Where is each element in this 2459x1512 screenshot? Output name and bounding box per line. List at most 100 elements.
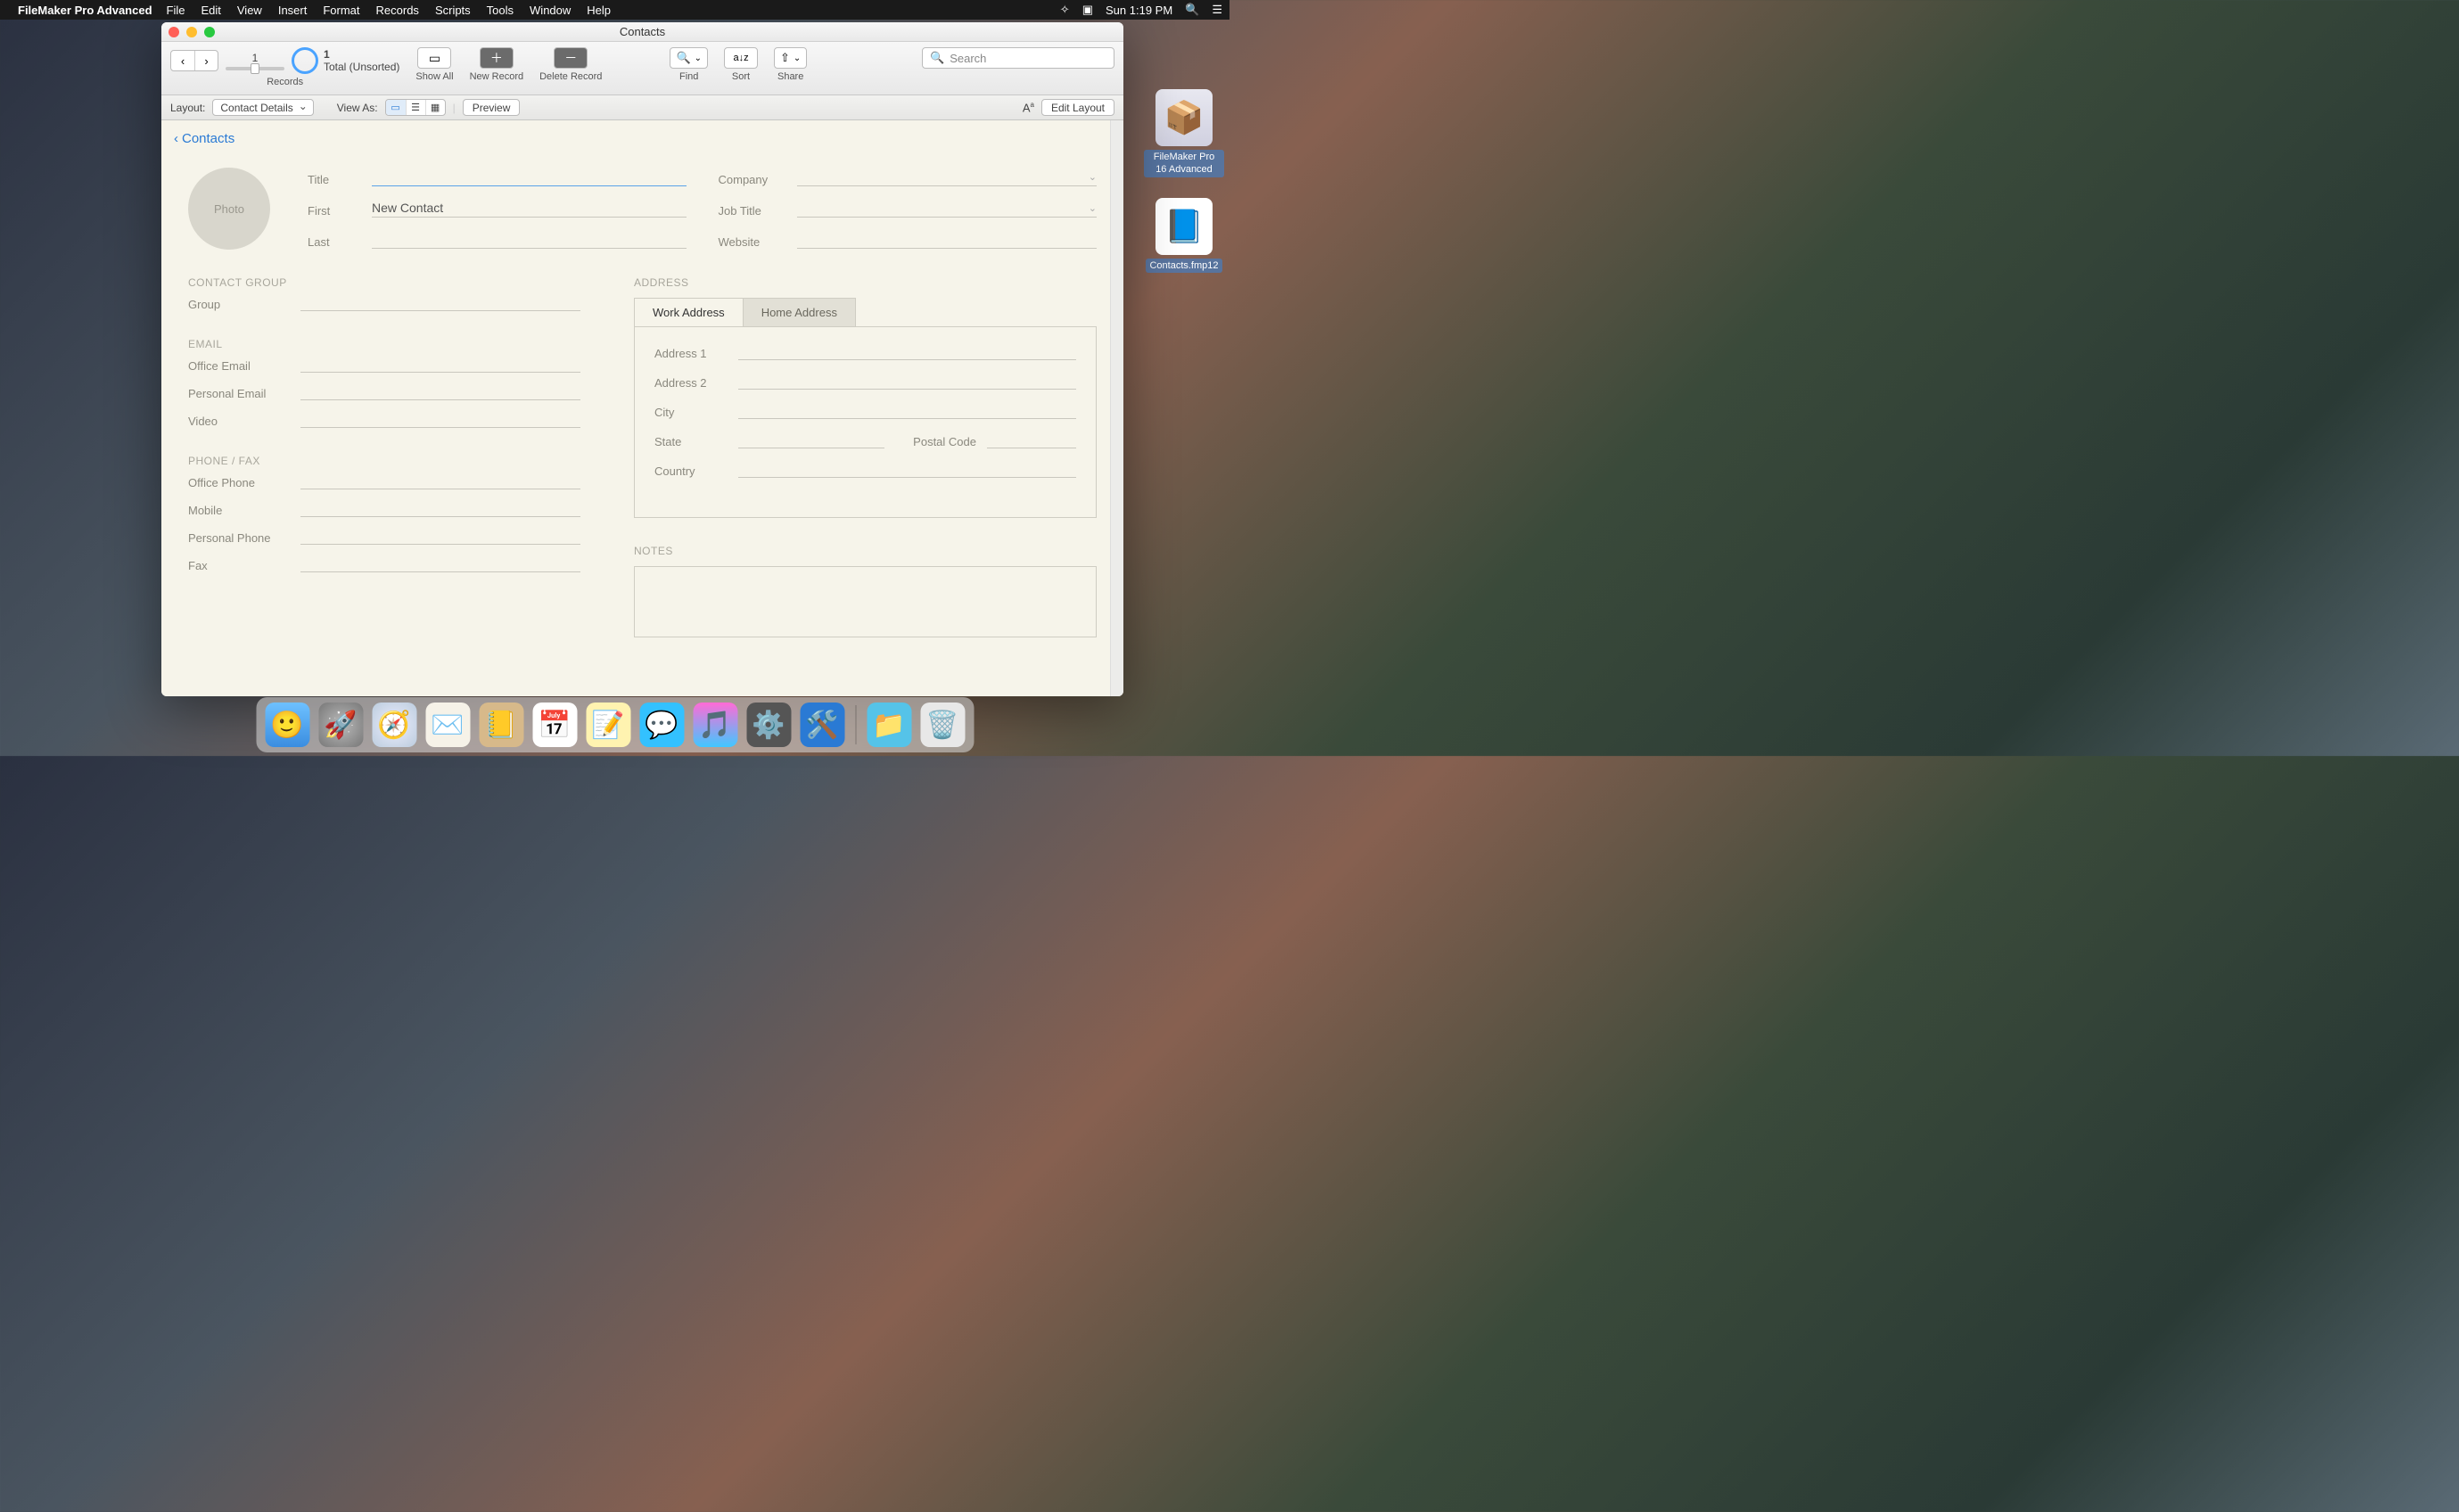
delete-record-button[interactable]: － — [554, 47, 588, 69]
fax-field[interactable] — [300, 560, 580, 572]
trash-icon[interactable]: 🗑️ — [920, 703, 965, 747]
preview-button[interactable]: Preview — [463, 99, 521, 116]
window: Contacts ‹ › 1 1 Total (Unsorted) Record… — [161, 22, 1123, 696]
company-field[interactable] — [797, 168, 1098, 186]
script-menu-icon[interactable]: ✧ — [1060, 3, 1070, 17]
zoom-button[interactable] — [204, 27, 215, 37]
title-field[interactable] — [372, 168, 687, 186]
menu-tools[interactable]: Tools — [487, 4, 514, 17]
menu-insert[interactable]: Insert — [278, 4, 308, 17]
menu-format[interactable]: Format — [323, 4, 359, 17]
text-format-icon[interactable]: Aa — [1023, 101, 1034, 114]
search-input[interactable]: 🔍 Search — [922, 47, 1114, 69]
record-slider[interactable]: 1 — [224, 52, 286, 70]
notes-field[interactable] — [634, 566, 1097, 637]
finder-icon[interactable]: 🙂 — [265, 703, 309, 747]
share-button[interactable]: ⇧⌄ — [774, 47, 807, 69]
dock: 🙂 🚀 🧭 ✉️ 📒 📅 📝 💬 🎵 ⚙️ 🛠️ 📁 🗑️ — [256, 697, 974, 752]
share-icon: ⇧ — [780, 51, 790, 65]
itunes-icon[interactable]: 🎵 — [693, 703, 737, 747]
menu-list-icon[interactable]: ☰ — [1212, 3, 1222, 17]
tab-home-address[interactable]: Home Address — [743, 298, 856, 326]
view-mode-segment: ▭ ☰ ▦ — [385, 99, 446, 116]
downloads-icon[interactable]: 📁 — [867, 703, 911, 747]
office-phone-field[interactable] — [300, 477, 580, 489]
office-email-field[interactable] — [300, 360, 580, 373]
safari-icon[interactable]: 🧭 — [372, 703, 416, 747]
personal-email-field[interactable] — [300, 388, 580, 400]
table-view-button[interactable]: ▦ — [425, 100, 445, 115]
desktop-app-icon[interactable]: 📦 FileMaker Pro 16 Advanced — [1144, 89, 1224, 177]
document-icon: 📘 — [1155, 198, 1213, 255]
menu-scripts[interactable]: Scripts — [435, 4, 471, 17]
menu-view[interactable]: View — [237, 4, 262, 17]
menu-file[interactable]: File — [167, 4, 185, 17]
group-field[interactable] — [300, 299, 580, 311]
next-record-button[interactable]: › — [194, 51, 218, 70]
displays-icon[interactable]: ▣ — [1082, 3, 1093, 17]
notes-icon[interactable]: 📝 — [586, 703, 630, 747]
website-field[interactable] — [797, 230, 1098, 249]
chevron-left-icon: ‹ — [174, 131, 178, 146]
video-field[interactable] — [300, 415, 580, 428]
spotlight-icon[interactable]: 🔍 — [1185, 3, 1199, 17]
layout-body: ‹ Contacts Photo Title First Last Compan… — [161, 120, 1123, 696]
show-all-button[interactable]: ▭ — [417, 47, 451, 69]
form-view-button[interactable]: ▭ — [386, 100, 406, 115]
back-link[interactable]: ‹ Contacts — [161, 120, 247, 157]
menu-edit[interactable]: Edit — [201, 4, 220, 17]
messages-icon[interactable]: 💬 — [639, 703, 684, 747]
state-field[interactable] — [738, 436, 884, 448]
postal-code-field[interactable] — [987, 436, 1076, 448]
city-field[interactable] — [738, 407, 1076, 419]
clock[interactable]: Sun 1:19 PM — [1106, 4, 1172, 17]
close-button[interactable] — [169, 27, 179, 37]
window-title: Contacts — [620, 25, 665, 38]
settings-icon[interactable]: ⚙️ — [746, 703, 791, 747]
personal-phone-field[interactable] — [300, 532, 580, 545]
menubar: FileMaker Pro Advanced File Edit View In… — [0, 0, 1230, 20]
layout-select[interactable]: Contact Details — [212, 99, 313, 116]
address1-field[interactable] — [738, 348, 1076, 360]
mobile-field[interactable] — [300, 505, 580, 517]
sort-icon: a↓z — [733, 53, 748, 63]
menu-records[interactable]: Records — [376, 4, 419, 17]
app-menu[interactable]: FileMaker Pro Advanced — [18, 4, 152, 17]
record-nav: ‹ › — [170, 50, 218, 71]
contact-group-header: CONTACT GROUP — [188, 276, 580, 289]
desktop-file-icon[interactable]: 📘 Contacts.fmp12 — [1144, 198, 1224, 273]
new-record-button[interactable]: ＋ — [480, 47, 514, 69]
menu-window[interactable]: Window — [530, 4, 571, 17]
address2-field[interactable] — [738, 377, 1076, 390]
phone-header: PHONE / FAX — [188, 455, 580, 467]
mail-icon[interactable]: ✉️ — [425, 703, 470, 747]
notes-header: NOTES — [634, 545, 1097, 557]
find-button[interactable]: 🔍⌄ — [670, 47, 708, 69]
prev-record-button[interactable]: ‹ — [171, 51, 194, 70]
tab-work-address[interactable]: Work Address — [634, 298, 744, 326]
calendar-icon[interactable]: 📅 — [532, 703, 577, 747]
box-icon: 📦 — [1155, 89, 1213, 146]
edit-layout-button[interactable]: Edit Layout — [1041, 99, 1114, 116]
launchpad-icon[interactable]: 🚀 — [318, 703, 363, 747]
job-title-field[interactable] — [797, 199, 1098, 218]
address-panel: Address 1 Address 2 City State Postal Co… — [634, 326, 1097, 518]
photo-placeholder[interactable]: Photo — [188, 168, 270, 250]
minimize-button[interactable] — [186, 27, 197, 37]
xcode-icon[interactable]: 🛠️ — [800, 703, 844, 747]
first-name-field[interactable] — [372, 199, 687, 218]
menu-help[interactable]: Help — [587, 4, 611, 17]
scrollbar[interactable] — [1110, 120, 1123, 696]
sort-button[interactable]: a↓z — [724, 47, 758, 69]
stack-icon: ▭ — [429, 51, 440, 66]
email-header: EMAIL — [188, 338, 580, 350]
dock-separator — [855, 705, 856, 744]
statusbar: Layout: Contact Details View As: ▭ ☰ ▦ |… — [161, 95, 1123, 120]
country-field[interactable] — [738, 465, 1076, 478]
titlebar: Contacts — [161, 22, 1123, 42]
search-icon: 🔍 — [930, 51, 944, 65]
contacts-icon[interactable]: 📒 — [479, 703, 523, 747]
record-count: 1 Total (Unsorted) — [324, 48, 399, 73]
last-name-field[interactable] — [372, 230, 687, 249]
list-view-button[interactable]: ☰ — [406, 100, 425, 115]
